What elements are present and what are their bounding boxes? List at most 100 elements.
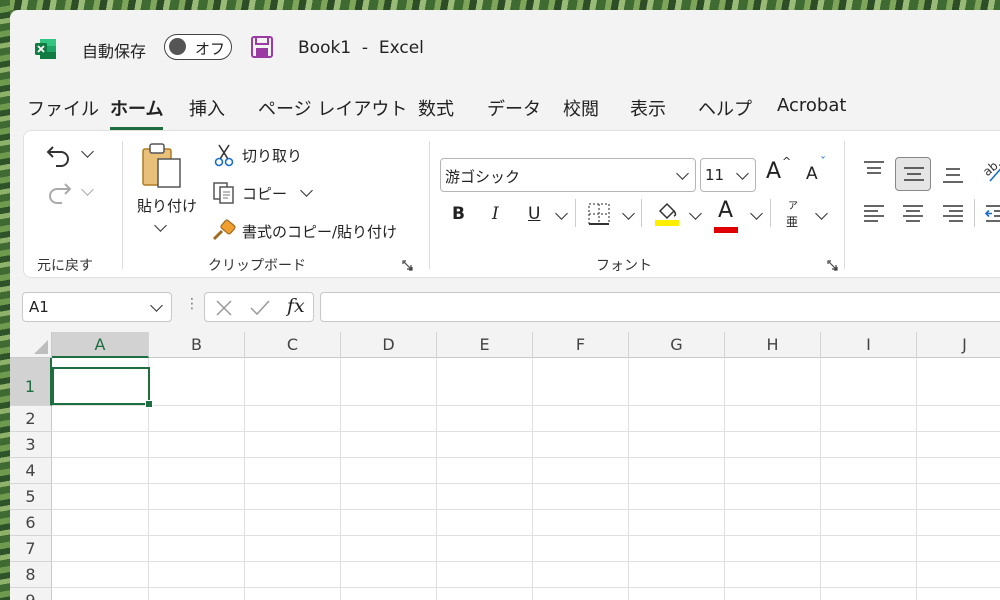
column-header-j[interactable]: J <box>917 332 1000 358</box>
formula-input[interactable] <box>320 292 1000 322</box>
row-header-9[interactable]: 9 <box>10 588 52 600</box>
worksheet-grid[interactable]: A B C D E F G H I J 1 2 3 4 5 6 7 8 9 <box>10 332 1000 600</box>
paste-label[interactable]: 貼り付け <box>137 195 197 216</box>
tab-help[interactable]: ヘルプ <box>698 95 752 121</box>
align-left-icon[interactable] <box>862 203 886 225</box>
select-all-corner[interactable] <box>10 332 52 358</box>
enter-check-icon[interactable] <box>249 299 271 317</box>
excel-logo-icon[interactable] <box>34 37 58 61</box>
paste-icon[interactable] <box>140 141 184 191</box>
formula-buttons: fx <box>204 292 314 322</box>
column-header-f[interactable]: F <box>533 332 629 358</box>
tab-formulas[interactable]: 数式 <box>418 95 454 121</box>
phonetic-dropdown-chevron-icon[interactable] <box>815 207 828 220</box>
fill-color-icon[interactable] <box>654 199 680 227</box>
tab-review[interactable]: 校閲 <box>563 95 599 121</box>
fill-color-dropdown-chevron-icon[interactable] <box>689 207 702 220</box>
borders-icon[interactable] <box>588 203 610 225</box>
cancel-icon[interactable] <box>215 299 233 317</box>
font-dialog-launcher-icon[interactable] <box>827 260 838 271</box>
separator <box>575 199 576 227</box>
gridline <box>52 535 1000 536</box>
font-color-dropdown-chevron-icon[interactable] <box>750 207 763 220</box>
redo-icon[interactable] <box>44 178 74 206</box>
autosave-state: オフ <box>195 40 226 58</box>
shrink-font-button[interactable]: A <box>806 164 818 184</box>
column-header-i[interactable]: I <box>821 332 917 358</box>
separator <box>974 199 975 227</box>
row-header-7[interactable]: 7 <box>10 536 52 562</box>
font-size-value: 11 <box>705 166 725 184</box>
phonetic-guide-button[interactable]: 亜 <box>786 213 798 230</box>
document-title: Book1 - Excel <box>298 38 424 58</box>
column-header-c[interactable]: C <box>245 332 341 358</box>
row-header-3[interactable]: 3 <box>10 432 52 458</box>
separator <box>122 141 123 269</box>
name-box[interactable]: A1 <box>22 292 172 322</box>
underline-button[interactable]: U <box>528 204 540 224</box>
insert-function-button[interactable]: fx <box>287 295 305 317</box>
name-box-chevron-icon[interactable] <box>150 299 163 312</box>
underline-dropdown-chevron-icon[interactable] <box>555 207 568 220</box>
tab-file[interactable]: ファイル <box>27 95 99 121</box>
row-header-8[interactable]: 8 <box>10 562 52 588</box>
copy-label[interactable]: コピー <box>242 183 287 204</box>
redo-dropdown-chevron-icon <box>81 183 94 196</box>
tab-insert[interactable]: 挿入 <box>189 95 225 121</box>
italic-button[interactable]: I <box>492 204 499 224</box>
row-header-6[interactable]: 6 <box>10 510 52 536</box>
align-bottom-icon[interactable] <box>941 165 965 185</box>
decrease-indent-icon[interactable] <box>984 203 1000 225</box>
gridline <box>244 358 245 600</box>
save-icon[interactable] <box>250 35 274 59</box>
font-size-select[interactable]: 11 <box>700 158 756 192</box>
align-top-icon[interactable] <box>862 159 886 179</box>
font-color-button[interactable]: A <box>718 198 733 223</box>
clipboard-dialog-launcher-icon[interactable] <box>402 260 413 271</box>
gridline <box>52 431 1000 432</box>
gridline <box>628 358 629 600</box>
tab-page-layout[interactable]: ページ レイアウト <box>258 95 407 121</box>
separator <box>770 199 771 227</box>
orientation-icon[interactable]: ab <box>982 159 1000 185</box>
bold-button[interactable]: B <box>452 204 465 224</box>
copy-icon[interactable] <box>212 181 236 205</box>
column-header-b[interactable]: B <box>149 332 245 358</box>
undo-icon[interactable] <box>44 141 74 169</box>
row-header-5[interactable]: 5 <box>10 484 52 510</box>
column-header-h[interactable]: H <box>725 332 821 358</box>
tab-home[interactable]: ホーム <box>110 95 164 130</box>
column-header-e[interactable]: E <box>437 332 533 358</box>
align-middle-button[interactable] <box>895 157 931 191</box>
column-header-a[interactable]: A <box>52 332 149 358</box>
tab-acrobat[interactable]: Acrobat <box>777 95 846 116</box>
active-cell-a1[interactable] <box>52 367 150 405</box>
format-painter-label[interactable]: 書式のコピー/貼り付け <box>242 221 397 242</box>
font-name-select[interactable]: 游ゴシック <box>440 158 696 192</box>
tab-data[interactable]: データ <box>487 95 541 121</box>
phonetic-top: ア <box>788 201 798 212</box>
gridline <box>52 483 1000 484</box>
column-header-g[interactable]: G <box>629 332 725 358</box>
copy-dropdown-chevron-icon[interactable] <box>300 184 313 197</box>
column-header-d[interactable]: D <box>341 332 437 358</box>
tab-view[interactable]: 表示 <box>630 95 666 121</box>
paste-dropdown-chevron-icon[interactable] <box>154 219 167 232</box>
grow-font-button[interactable]: A <box>766 159 781 184</box>
align-right-icon[interactable] <box>941 203 965 225</box>
format-painter-icon[interactable] <box>212 219 238 243</box>
font-color-swatch <box>714 227 738 233</box>
autosave-toggle[interactable]: オフ <box>164 34 232 60</box>
fill-handle[interactable] <box>145 400 153 408</box>
formula-bar-splitter-icon[interactable]: ⋮ <box>185 296 199 312</box>
cut-label[interactable]: 切り取り <box>242 145 302 166</box>
row-header-1[interactable]: 1 <box>10 358 52 406</box>
borders-dropdown-chevron-icon[interactable] <box>622 207 635 220</box>
gridline <box>52 509 1000 510</box>
undo-dropdown-chevron-icon[interactable] <box>81 145 94 158</box>
align-center-icon[interactable] <box>901 203 925 225</box>
font-size-chevron-icon <box>736 167 749 180</box>
scissors-icon[interactable] <box>214 143 234 167</box>
row-header-2[interactable]: 2 <box>10 406 52 432</box>
row-header-4[interactable]: 4 <box>10 458 52 484</box>
